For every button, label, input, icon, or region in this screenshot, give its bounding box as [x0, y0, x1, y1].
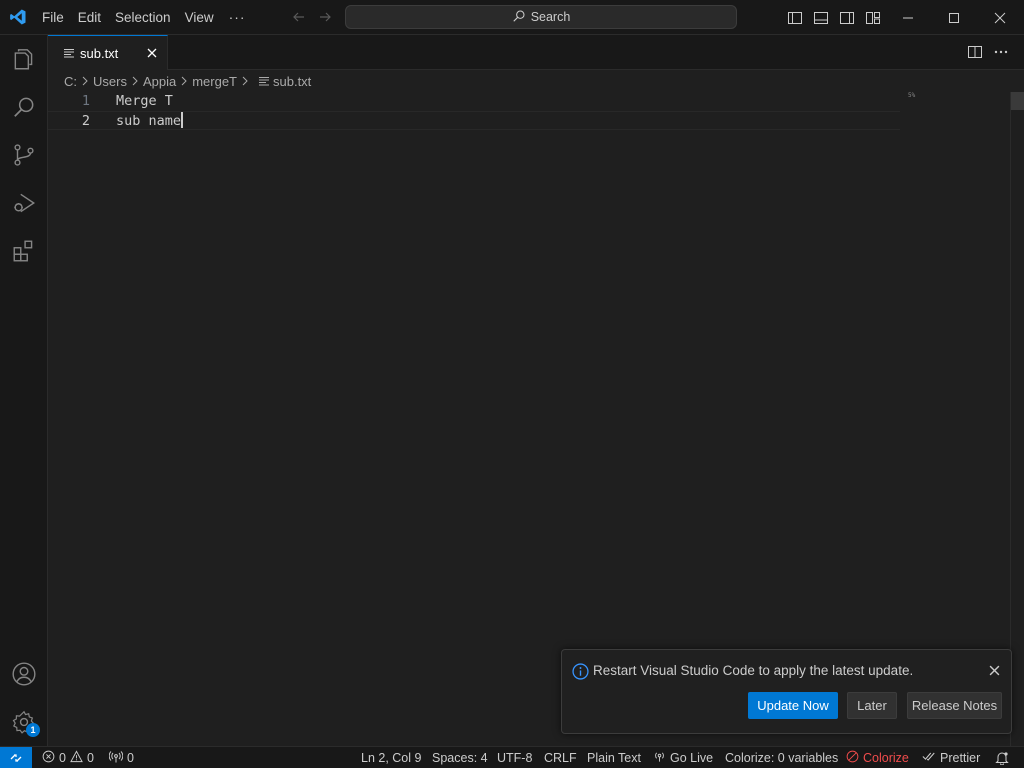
remote-indicator-icon[interactable]: [0, 747, 32, 768]
text-editor[interactable]: 1 Merge T 2 sub name 5%: [48, 92, 1024, 746]
chevron-right-icon: [238, 74, 252, 88]
search-label: Search: [530, 10, 571, 24]
editor-line: 1 Merge T: [48, 92, 900, 111]
encoding-setting[interactable]: UTF-8: [497, 747, 532, 768]
breadcrumb: C: Users Appia mergeT sub.txt: [64, 72, 311, 90]
explorer-icon[interactable]: [0, 35, 48, 83]
forward-arrow-icon[interactable]: [312, 4, 338, 30]
editor-tab-bar: sub.txt: [48, 35, 1024, 70]
text-cursor: [181, 112, 184, 128]
notifications-bell-icon[interactable]: [995, 747, 1009, 768]
error-count: 0: [59, 751, 66, 765]
run-debug-icon[interactable]: [0, 179, 48, 227]
toggle-secondary-sidebar-icon[interactable]: [836, 7, 858, 29]
breadcrumb-file[interactable]: sub.txt: [273, 74, 311, 89]
prettier-status[interactable]: Prettier: [922, 747, 980, 768]
cursor-position[interactable]: Ln 2, Col 9: [361, 747, 421, 768]
double-check-icon: [922, 750, 936, 766]
line-ending-setting[interactable]: CRLF: [544, 747, 577, 768]
minimap[interactable]: 5%: [908, 92, 915, 99]
colorize-label: Colorize: [863, 751, 909, 765]
search-icon[interactable]: [0, 83, 48, 131]
warning-count: 0: [86, 751, 94, 765]
line-text-wrapper: sub name: [116, 112, 184, 131]
breadcrumb-drive[interactable]: C:: [64, 74, 77, 89]
split-editor-icon[interactable]: [964, 41, 986, 63]
menu-more-button[interactable]: ···: [221, 0, 254, 35]
more-actions-icon[interactable]: [990, 41, 1012, 63]
menu-selection[interactable]: Selection: [108, 0, 178, 35]
back-arrow-icon[interactable]: [286, 4, 312, 30]
breadcrumb-appia[interactable]: Appia: [143, 74, 176, 89]
update-notification: Restart Visual Studio Code to apply the …: [561, 649, 1012, 734]
menu-view[interactable]: View: [178, 0, 221, 35]
colorize-toggle[interactable]: Colorize: [846, 747, 909, 768]
vscode-logo-icon: [0, 0, 35, 35]
problems-indicator[interactable]: 0 0: [42, 747, 94, 768]
menu-file[interactable]: File: [35, 0, 71, 35]
info-icon: [572, 663, 589, 685]
close-notification-icon[interactable]: [987, 663, 1001, 677]
close-window-icon[interactable]: [977, 0, 1023, 35]
editor-line-current: 2 sub name: [48, 111, 900, 130]
release-notes-button[interactable]: Release Notes: [907, 692, 1002, 719]
colorize-variables[interactable]: Colorize: 0 variables: [725, 747, 838, 768]
manage-gear-icon[interactable]: [0, 698, 48, 746]
vscode-window: File Edit Selection View ··· Search 1 su…: [0, 0, 1024, 768]
status-bar: 0 0 0 Ln 2, Col 9 Spaces: 4 UTF-8 CRLF P…: [0, 746, 1024, 768]
breadcrumb-users[interactable]: Users: [93, 74, 127, 89]
ports-indicator[interactable]: 0: [108, 747, 134, 768]
breadcrumb-merget[interactable]: mergeT: [192, 74, 237, 89]
activity-bar: 1: [0, 35, 48, 746]
text-file-icon: [259, 76, 269, 86]
source-control-icon[interactable]: [0, 131, 48, 179]
later-button[interactable]: Later: [847, 692, 897, 719]
search-icon: [512, 9, 526, 26]
text-file-icon: [64, 46, 74, 61]
tab-label: sub.txt: [80, 45, 119, 61]
ports-count: 0: [127, 751, 134, 765]
line-number: 2: [81, 113, 90, 129]
vertical-scrollbar[interactable]: [1010, 92, 1024, 746]
settings-update-badge: 1: [26, 723, 40, 737]
broadcast-icon: [108, 750, 124, 767]
error-icon: [42, 750, 55, 766]
chevron-right-icon: [78, 74, 92, 88]
menu-edit[interactable]: Edit: [71, 0, 108, 35]
prettier-label: Prettier: [940, 751, 981, 765]
title-bar: File Edit Selection View ··· Search: [0, 0, 1024, 35]
line-text: sub name: [116, 113, 182, 129]
go-live-button[interactable]: Go Live: [653, 747, 713, 768]
indentation-setting[interactable]: Spaces: 4: [432, 747, 488, 768]
go-live-label: Go Live: [670, 751, 714, 765]
minimize-icon[interactable]: [885, 0, 931, 35]
language-mode[interactable]: Plain Text: [587, 747, 641, 768]
line-text: Merge T: [116, 93, 173, 109]
tab-close-icon[interactable]: [143, 44, 161, 62]
chevron-right-icon: [128, 74, 142, 88]
disabled-circle-icon: [846, 750, 859, 766]
account-icon[interactable]: [0, 650, 48, 698]
line-number: 1: [81, 93, 90, 109]
broadcast-icon: [653, 750, 666, 766]
chevron-right-icon: [177, 74, 191, 88]
extensions-icon[interactable]: [0, 227, 48, 275]
toggle-primary-sidebar-icon[interactable]: [784, 7, 806, 29]
warning-icon: [70, 750, 83, 766]
notification-message: Restart Visual Studio Code to apply the …: [593, 663, 914, 678]
scrollbar-thumb[interactable]: [1011, 92, 1024, 110]
toggle-panel-icon[interactable]: [810, 7, 832, 29]
command-center-search[interactable]: Search: [345, 5, 737, 29]
customize-layout-icon[interactable]: [862, 7, 884, 29]
maximize-icon[interactable]: [931, 0, 977, 35]
tab-sub-txt[interactable]: sub.txt: [48, 35, 168, 70]
update-now-button[interactable]: Update Now: [748, 692, 838, 719]
